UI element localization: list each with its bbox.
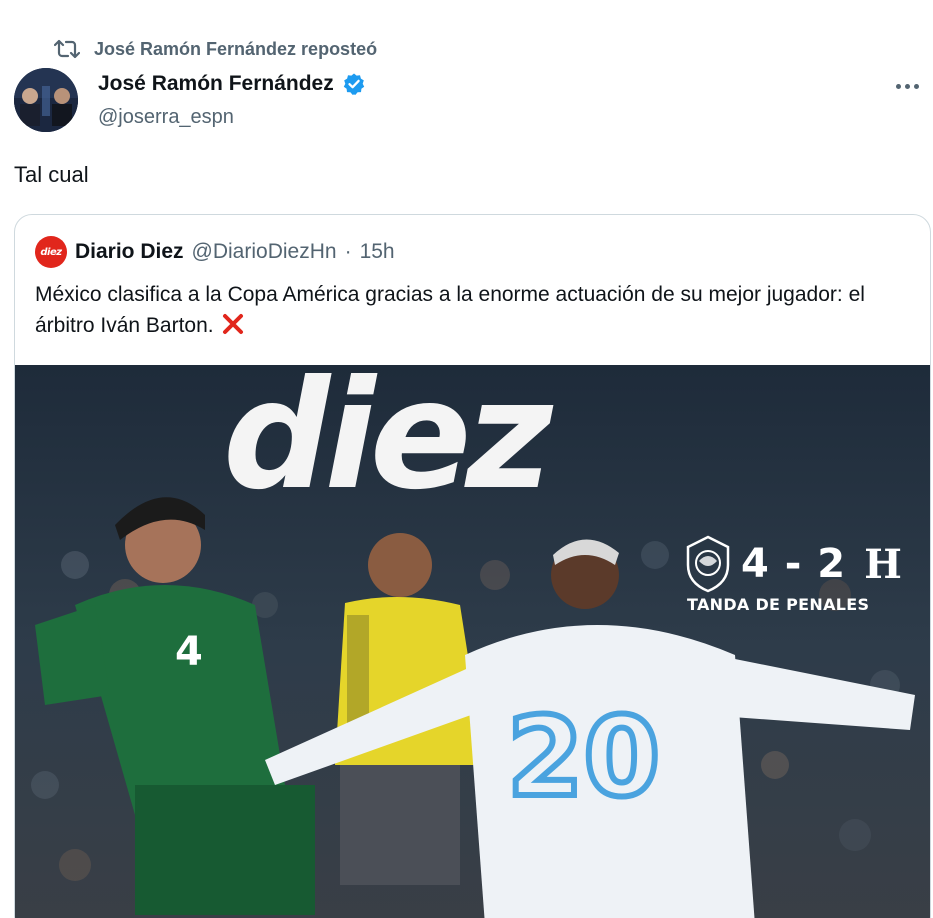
score-text: 4 - 2 bbox=[741, 541, 847, 587]
cross-mark-icon bbox=[221, 312, 245, 336]
diez-logo: diez bbox=[223, 365, 560, 505]
repost-indicator: José Ramón Fernández reposteó bbox=[53, 36, 378, 62]
honduras-mark-icon: H bbox=[864, 540, 902, 588]
quoted-tweet-body: México clasifica a la Copa América graci… bbox=[35, 283, 865, 337]
more-dot-icon bbox=[904, 83, 910, 89]
tweet-text: Tal cual bbox=[14, 162, 89, 187]
quoted-separator: · bbox=[344, 240, 352, 263]
quoted-avatar-text: diez bbox=[40, 246, 62, 258]
more-dot-icon bbox=[895, 83, 901, 89]
quoted-author-name[interactable]: Diario Diez bbox=[75, 240, 184, 264]
diez-logo-text: diez bbox=[223, 365, 554, 505]
repost-label: José Ramón Fernández reposteó bbox=[94, 38, 378, 59]
author-name[interactable]: José Ramón Fernández bbox=[98, 72, 366, 96]
left-player-number: 4 bbox=[175, 629, 203, 675]
author-handle[interactable]: @joserra_espn bbox=[98, 106, 234, 129]
more-dot-icon bbox=[913, 83, 919, 89]
repost-icon bbox=[53, 38, 81, 60]
quoted-author-handle[interactable]: @DiarioDiezHn bbox=[192, 240, 337, 264]
penalties-caption: TANDA DE PENALES bbox=[687, 595, 870, 614]
quoted-tweet-header: diez Diario Diez @DiarioDiezHn · 15h bbox=[35, 235, 395, 269]
quoted-tweet-text: México clasifica a la Copa América graci… bbox=[35, 279, 915, 341]
score-line: 4 - 2 H bbox=[685, 535, 905, 593]
mexico-badge-icon bbox=[685, 535, 731, 593]
quoted-tweet-card[interactable]: diez Diario Diez @DiarioDiezHn · 15h Méx… bbox=[14, 214, 931, 918]
quoted-author-avatar[interactable]: diez bbox=[35, 236, 67, 268]
right-player-number: 20 bbox=[507, 693, 660, 821]
author-avatar[interactable] bbox=[14, 68, 78, 132]
verified-badge-icon bbox=[342, 72, 366, 96]
author-name-text[interactable]: José Ramón Fernández bbox=[98, 72, 334, 96]
quoted-timestamp[interactable]: 15h bbox=[360, 240, 395, 264]
more-options-button[interactable] bbox=[889, 74, 925, 98]
tweet-media-image[interactable]: 4 20 diez 4 - 2 H TANDA DE PENALES bbox=[15, 365, 930, 918]
score-overlay: 4 - 2 H TANDA DE PENALES bbox=[685, 535, 905, 625]
